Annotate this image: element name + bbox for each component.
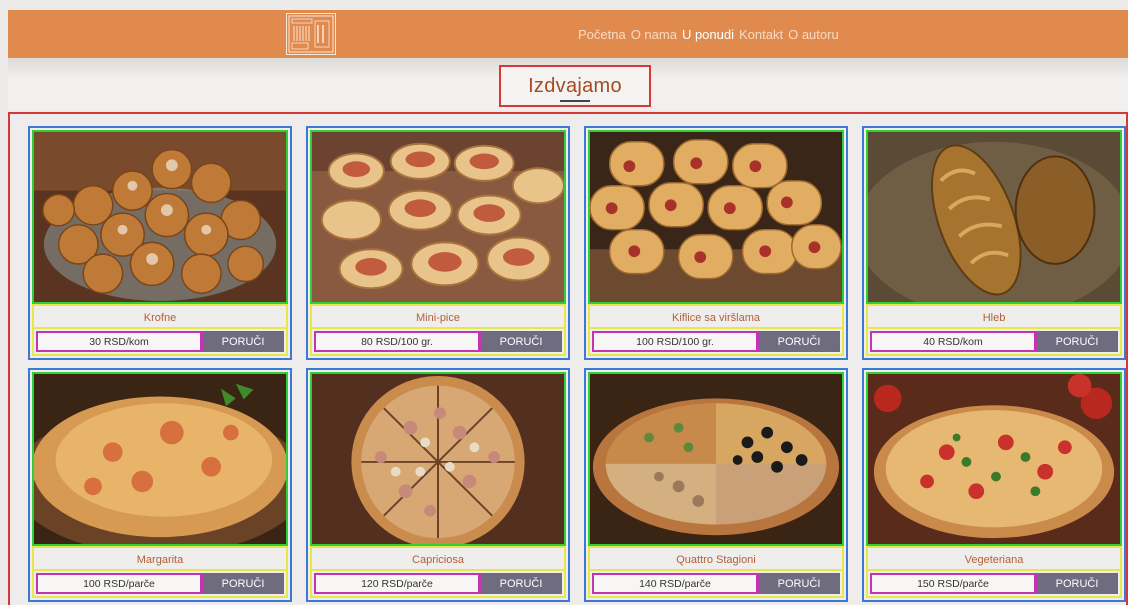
product-card-hleb: Hleb 40 RSD/kom PORUČI bbox=[862, 126, 1126, 360]
pizza-vegeteriana-image[interactable] bbox=[866, 372, 1122, 546]
order-button[interactable]: PORUČI bbox=[202, 573, 284, 594]
product-price: 80 RSD/100 gr. bbox=[314, 331, 480, 352]
product-price: 30 RSD/kom bbox=[36, 331, 202, 352]
product-order-row: 120 RSD/parče PORUČI bbox=[310, 569, 566, 598]
nav-kontakt[interactable]: Kontakt bbox=[739, 27, 783, 42]
order-button[interactable]: PORUČI bbox=[758, 331, 840, 352]
product-card-vegeteriana: Vegeteriana 150 RSD/parče PORUČI bbox=[862, 368, 1126, 602]
order-button[interactable]: PORUČI bbox=[480, 331, 562, 352]
product-order-row: 100 RSD/100 gr. PORUČI bbox=[588, 327, 844, 356]
product-name: Margarita bbox=[32, 546, 288, 571]
product-name: Vegeteriana bbox=[866, 546, 1122, 571]
product-order-row: 140 RSD/parče PORUČI bbox=[588, 569, 844, 598]
nav-pocetna[interactable]: Početna bbox=[578, 27, 626, 42]
site-header: Početna O nama U ponudi Kontakt O autoru bbox=[8, 10, 1128, 58]
nav-o-nama[interactable]: O nama bbox=[631, 27, 677, 42]
section-title: Izdvajamo bbox=[528, 74, 622, 97]
product-card-kiflice: Kiflice sa viršlama 100 RSD/100 gr. PORU… bbox=[584, 126, 848, 360]
product-name: Quattro Stagioni bbox=[588, 546, 844, 571]
order-button[interactable]: PORUČI bbox=[202, 331, 284, 352]
bread-image[interactable] bbox=[866, 130, 1122, 304]
product-name: Capriciosa bbox=[310, 546, 566, 571]
order-button[interactable]: PORUČI bbox=[758, 573, 840, 594]
product-card-mini-pice: Mini-pice 80 RSD/100 gr. PORUČI bbox=[306, 126, 570, 360]
order-button[interactable]: PORUČI bbox=[480, 573, 562, 594]
product-order-row: 30 RSD/kom PORUČI bbox=[32, 327, 288, 356]
product-name: Kiflice sa viršlama bbox=[588, 304, 844, 329]
product-card-quattro-stagioni: Quattro Stagioni 140 RSD/parče PORUČI bbox=[584, 368, 848, 602]
product-name: Krofne bbox=[32, 304, 288, 329]
mini-pizza-image[interactable] bbox=[310, 130, 566, 304]
product-price: 40 RSD/kom bbox=[870, 331, 1036, 352]
product-order-row: 100 RSD/parče PORUČI bbox=[32, 569, 288, 598]
product-price: 120 RSD/parče bbox=[314, 573, 480, 594]
product-price: 150 RSD/parče bbox=[870, 573, 1036, 594]
title-underline bbox=[560, 100, 590, 102]
product-card-capriciosa: Capriciosa 120 RSD/parče PORUČI bbox=[306, 368, 570, 602]
product-order-row: 40 RSD/kom PORUČI bbox=[866, 327, 1122, 356]
product-name: Mini-pice bbox=[310, 304, 566, 329]
products-grid: Krofne 30 RSD/kom PORUČI Mini-pice 80 RS… bbox=[8, 112, 1128, 605]
sausage-rolls-image[interactable] bbox=[588, 130, 844, 304]
product-order-row: 80 RSD/100 gr. PORUČI bbox=[310, 327, 566, 356]
product-order-row: 150 RSD/parče PORUČI bbox=[866, 569, 1122, 598]
nav-o-autoru[interactable]: O autoru bbox=[788, 27, 839, 42]
donuts-image[interactable] bbox=[32, 130, 288, 304]
pizza-capriciosa-image[interactable] bbox=[310, 372, 566, 546]
order-button[interactable]: PORUČI bbox=[1036, 573, 1118, 594]
product-card-margarita: Margarita 100 RSD/parče PORUČI bbox=[28, 368, 292, 602]
product-card-krofne: Krofne 30 RSD/kom PORUČI bbox=[28, 126, 292, 360]
product-name: Hleb bbox=[866, 304, 1122, 329]
pizza-quattro-stagioni-image[interactable] bbox=[588, 372, 844, 546]
product-price: 140 RSD/parče bbox=[592, 573, 758, 594]
product-price: 100 RSD/parče bbox=[36, 573, 202, 594]
bakery-logo[interactable] bbox=[286, 13, 336, 55]
bakery-logo-icon bbox=[288, 15, 334, 53]
main-nav: Početna O nama U ponudi Kontakt O autoru bbox=[578, 10, 839, 58]
nav-u-ponudi[interactable]: U ponudi bbox=[682, 27, 734, 42]
product-price: 100 RSD/100 gr. bbox=[592, 331, 758, 352]
pizza-margarita-image[interactable] bbox=[32, 372, 288, 546]
order-button[interactable]: PORUČI bbox=[1036, 331, 1118, 352]
